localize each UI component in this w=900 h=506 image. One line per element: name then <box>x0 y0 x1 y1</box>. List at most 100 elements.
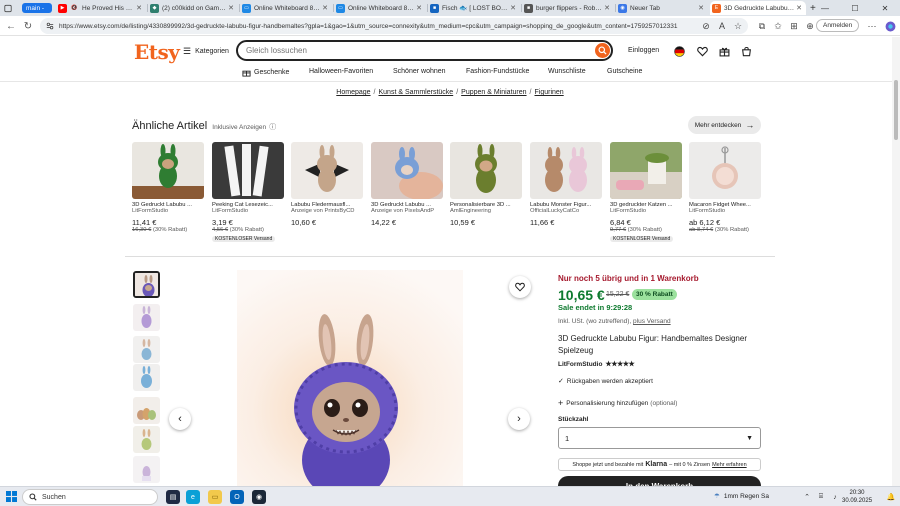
product-thumbnail[interactable] <box>371 142 443 199</box>
tab-close-icon[interactable]: ✕ <box>510 4 516 12</box>
tab-close-icon[interactable]: ✕ <box>796 4 802 12</box>
windows-start-icon[interactable] <box>6 491 17 502</box>
product-thumbnail[interactable] <box>530 142 602 199</box>
search-input[interactable] <box>246 46 611 55</box>
shop-name-link[interactable]: LitFormStudio <box>558 361 602 368</box>
learn-more-link[interactable]: Mehr erfahren <box>712 462 747 468</box>
split-screen-icon[interactable]: ⧉ <box>756 20 768 32</box>
quantity-select[interactable]: 1 ▼ <box>558 427 761 449</box>
gallery-thumbnail[interactable] <box>133 364 160 391</box>
favorites-icon[interactable]: ✩ <box>772 20 784 32</box>
maximize-icon[interactable]: ☐ <box>840 0 870 16</box>
browser-tab-active[interactable]: E 3D Gedruckte Labubu Figur ✕ <box>710 1 806 15</box>
favorites-button[interactable] <box>696 45 708 57</box>
similar-item-card[interactable]: Macaron Fidget Whee... LitFormStudio ab … <box>689 142 761 233</box>
read-aloud-icon[interactable]: A <box>716 20 728 32</box>
product-thumbnail[interactable] <box>212 142 284 199</box>
similar-item-card[interactable]: Personalisierbare 3D ... AmlEngineering … <box>450 142 522 227</box>
steam-icon[interactable]: ◉ <box>252 490 266 504</box>
more-menu-icon[interactable]: ⋯ <box>866 20 878 32</box>
gallery-thumbnail[interactable] <box>133 397 160 424</box>
browser-tab[interactable]: ▭ Online Whiteboard 864711 ✕ <box>240 1 332 15</box>
language-flag-button[interactable] <box>673 45 685 57</box>
catnav-item-home[interactable]: Schöner wohnen <box>393 68 446 75</box>
speaker-icon[interactable]: ♪ <box>828 490 842 504</box>
network-icon[interactable]: ⌸ <box>814 490 828 504</box>
browser-tab[interactable]: ▶ 🔇 He Proved His Mom W ✕ <box>56 1 146 15</box>
catnav-item-gifts[interactable]: Geschenke <box>242 68 289 77</box>
gallery-thumbnail[interactable] <box>133 456 160 483</box>
url-field[interactable]: https://www.etsy.com/de/listing/43308999… <box>40 18 748 34</box>
scrollbar-thumb[interactable] <box>894 80 898 140</box>
taskbar-search[interactable]: Suchen <box>22 489 158 505</box>
main-product-image[interactable] <box>237 270 463 486</box>
tab-group-main[interactable]: main - <box>22 3 52 13</box>
etsy-logo[interactable]: Etsy <box>134 40 180 64</box>
collections-icon[interactable]: ⊞ <box>788 20 800 32</box>
breadcrumb-link[interactable]: Kunst & Sammlerstücke <box>379 89 454 96</box>
next-image-button[interactable]: › <box>508 408 530 430</box>
copilot-icon[interactable] <box>884 20 896 32</box>
gallery-thumbnail[interactable] <box>133 426 160 453</box>
info-icon[interactable]: ⓘ <box>269 124 276 131</box>
browser-tab[interactable]: ◆ (2) c00kidd on Game Jolt ✕ <box>148 1 238 15</box>
browser-tab[interactable]: ■ Fisch 🐟 [ LOST BONES ✕ <box>428 1 520 15</box>
system-clock[interactable]: 20:30 30.09.2025 <box>842 489 872 505</box>
catnav-item-wishlist[interactable]: Wunschliste <box>548 68 586 75</box>
chevron-up-icon[interactable]: ⌃ <box>800 490 814 504</box>
catnav-item-vouchers[interactable]: Gutscheine <box>607 68 642 75</box>
similar-item-card[interactable]: Labubu Monster Figur... OfficialLuckyCat… <box>530 142 602 227</box>
breadcrumb-link[interactable]: Homepage <box>336 89 370 96</box>
gallery-thumbnail[interactable] <box>133 336 160 363</box>
similar-item-card[interactable]: 3D gedruckter Katzen ... LitFormStudio 6… <box>610 142 682 242</box>
outlook-icon[interactable]: O <box>230 490 244 504</box>
similar-item-card[interactable]: Peeking Cat Lesezeic... LitFormStudio 3,… <box>212 142 284 242</box>
browser-tab[interactable]: ◉ Neuer Tab ✕ <box>616 1 708 15</box>
browser-tab[interactable]: ▭ Online Whiteboard 864511 ✕ <box>334 1 426 15</box>
edge-browser-icon[interactable]: e <box>186 490 200 504</box>
close-window-icon[interactable]: ✕ <box>870 0 900 16</box>
login-link[interactable]: Einloggen <box>628 47 659 54</box>
translate-icon[interactable]: ⊘ <box>700 20 712 32</box>
similar-item-card[interactable]: 3D Gedruckt Labubu ... Anzeige von Pixel… <box>371 142 443 227</box>
weather-widget[interactable]: ☂ 1mm Regen Sa <box>714 492 769 501</box>
tab-close-icon[interactable]: ✕ <box>136 4 142 12</box>
similar-item-card[interactable]: 3D Gedruckt Labubu ... LitFormStudio 11,… <box>132 142 204 233</box>
shipping-link[interactable]: plus Versand <box>633 318 671 325</box>
minimize-icon[interactable]: — <box>810 0 840 16</box>
catnav-item-fashion[interactable]: Fashion-Fundstücke <box>466 68 529 75</box>
product-thumbnail[interactable] <box>610 142 682 199</box>
star-rating[interactable]: ★★★★★ <box>605 360 634 368</box>
tab-close-icon[interactable]: ✕ <box>416 4 422 12</box>
extensions-icon[interactable]: ⊕ <box>804 20 816 32</box>
tab-close-icon[interactable]: ✕ <box>322 4 328 12</box>
gallery-thumbnail-selected[interactable] <box>133 271 160 298</box>
signin-button[interactable]: Anmelden <box>816 19 860 32</box>
previous-image-button[interactable]: ‹ <box>169 408 191 430</box>
tab-close-icon[interactable]: ✕ <box>698 4 704 12</box>
favorite-item-button[interactable] <box>509 276 531 298</box>
product-thumbnail[interactable] <box>132 142 204 199</box>
tab-close-icon[interactable]: ✕ <box>228 4 234 12</box>
breadcrumb-link[interactable]: Figurinen <box>535 89 564 96</box>
search-button[interactable] <box>595 43 610 58</box>
similar-item-card[interactable]: Labubu Fledermausfl... Anzeige von Print… <box>291 142 363 227</box>
browser-tab[interactable]: ■ burger flippers - Roblox ✕ <box>522 1 614 15</box>
personalization-toggle[interactable]: + Personalisierung hinzufügen (optional) <box>558 398 677 408</box>
reload-button[interactable]: ↻ <box>21 19 35 33</box>
product-thumbnail[interactable] <box>689 142 761 199</box>
notification-bell-icon[interactable]: 🔔 <box>884 490 898 504</box>
tab-actions-button[interactable] <box>2 1 12 15</box>
widgets-app-icon[interactable]: ▤ <box>166 490 180 504</box>
back-button[interactable]: ← <box>4 19 18 33</box>
cart-button[interactable] <box>740 45 752 57</box>
file-explorer-icon[interactable]: ▭ <box>208 490 222 504</box>
discover-more-button[interactable]: Mehr entdecken → <box>688 116 761 134</box>
categories-button[interactable]: ☰ Kategorien <box>183 46 229 57</box>
favorite-star-icon[interactable]: ☆ <box>732 20 744 32</box>
gallery-thumbnail[interactable] <box>133 304 160 331</box>
product-thumbnail[interactable] <box>291 142 363 199</box>
gift-button[interactable] <box>718 45 730 57</box>
tab-close-icon[interactable]: ✕ <box>604 4 610 12</box>
product-thumbnail[interactable] <box>450 142 522 199</box>
